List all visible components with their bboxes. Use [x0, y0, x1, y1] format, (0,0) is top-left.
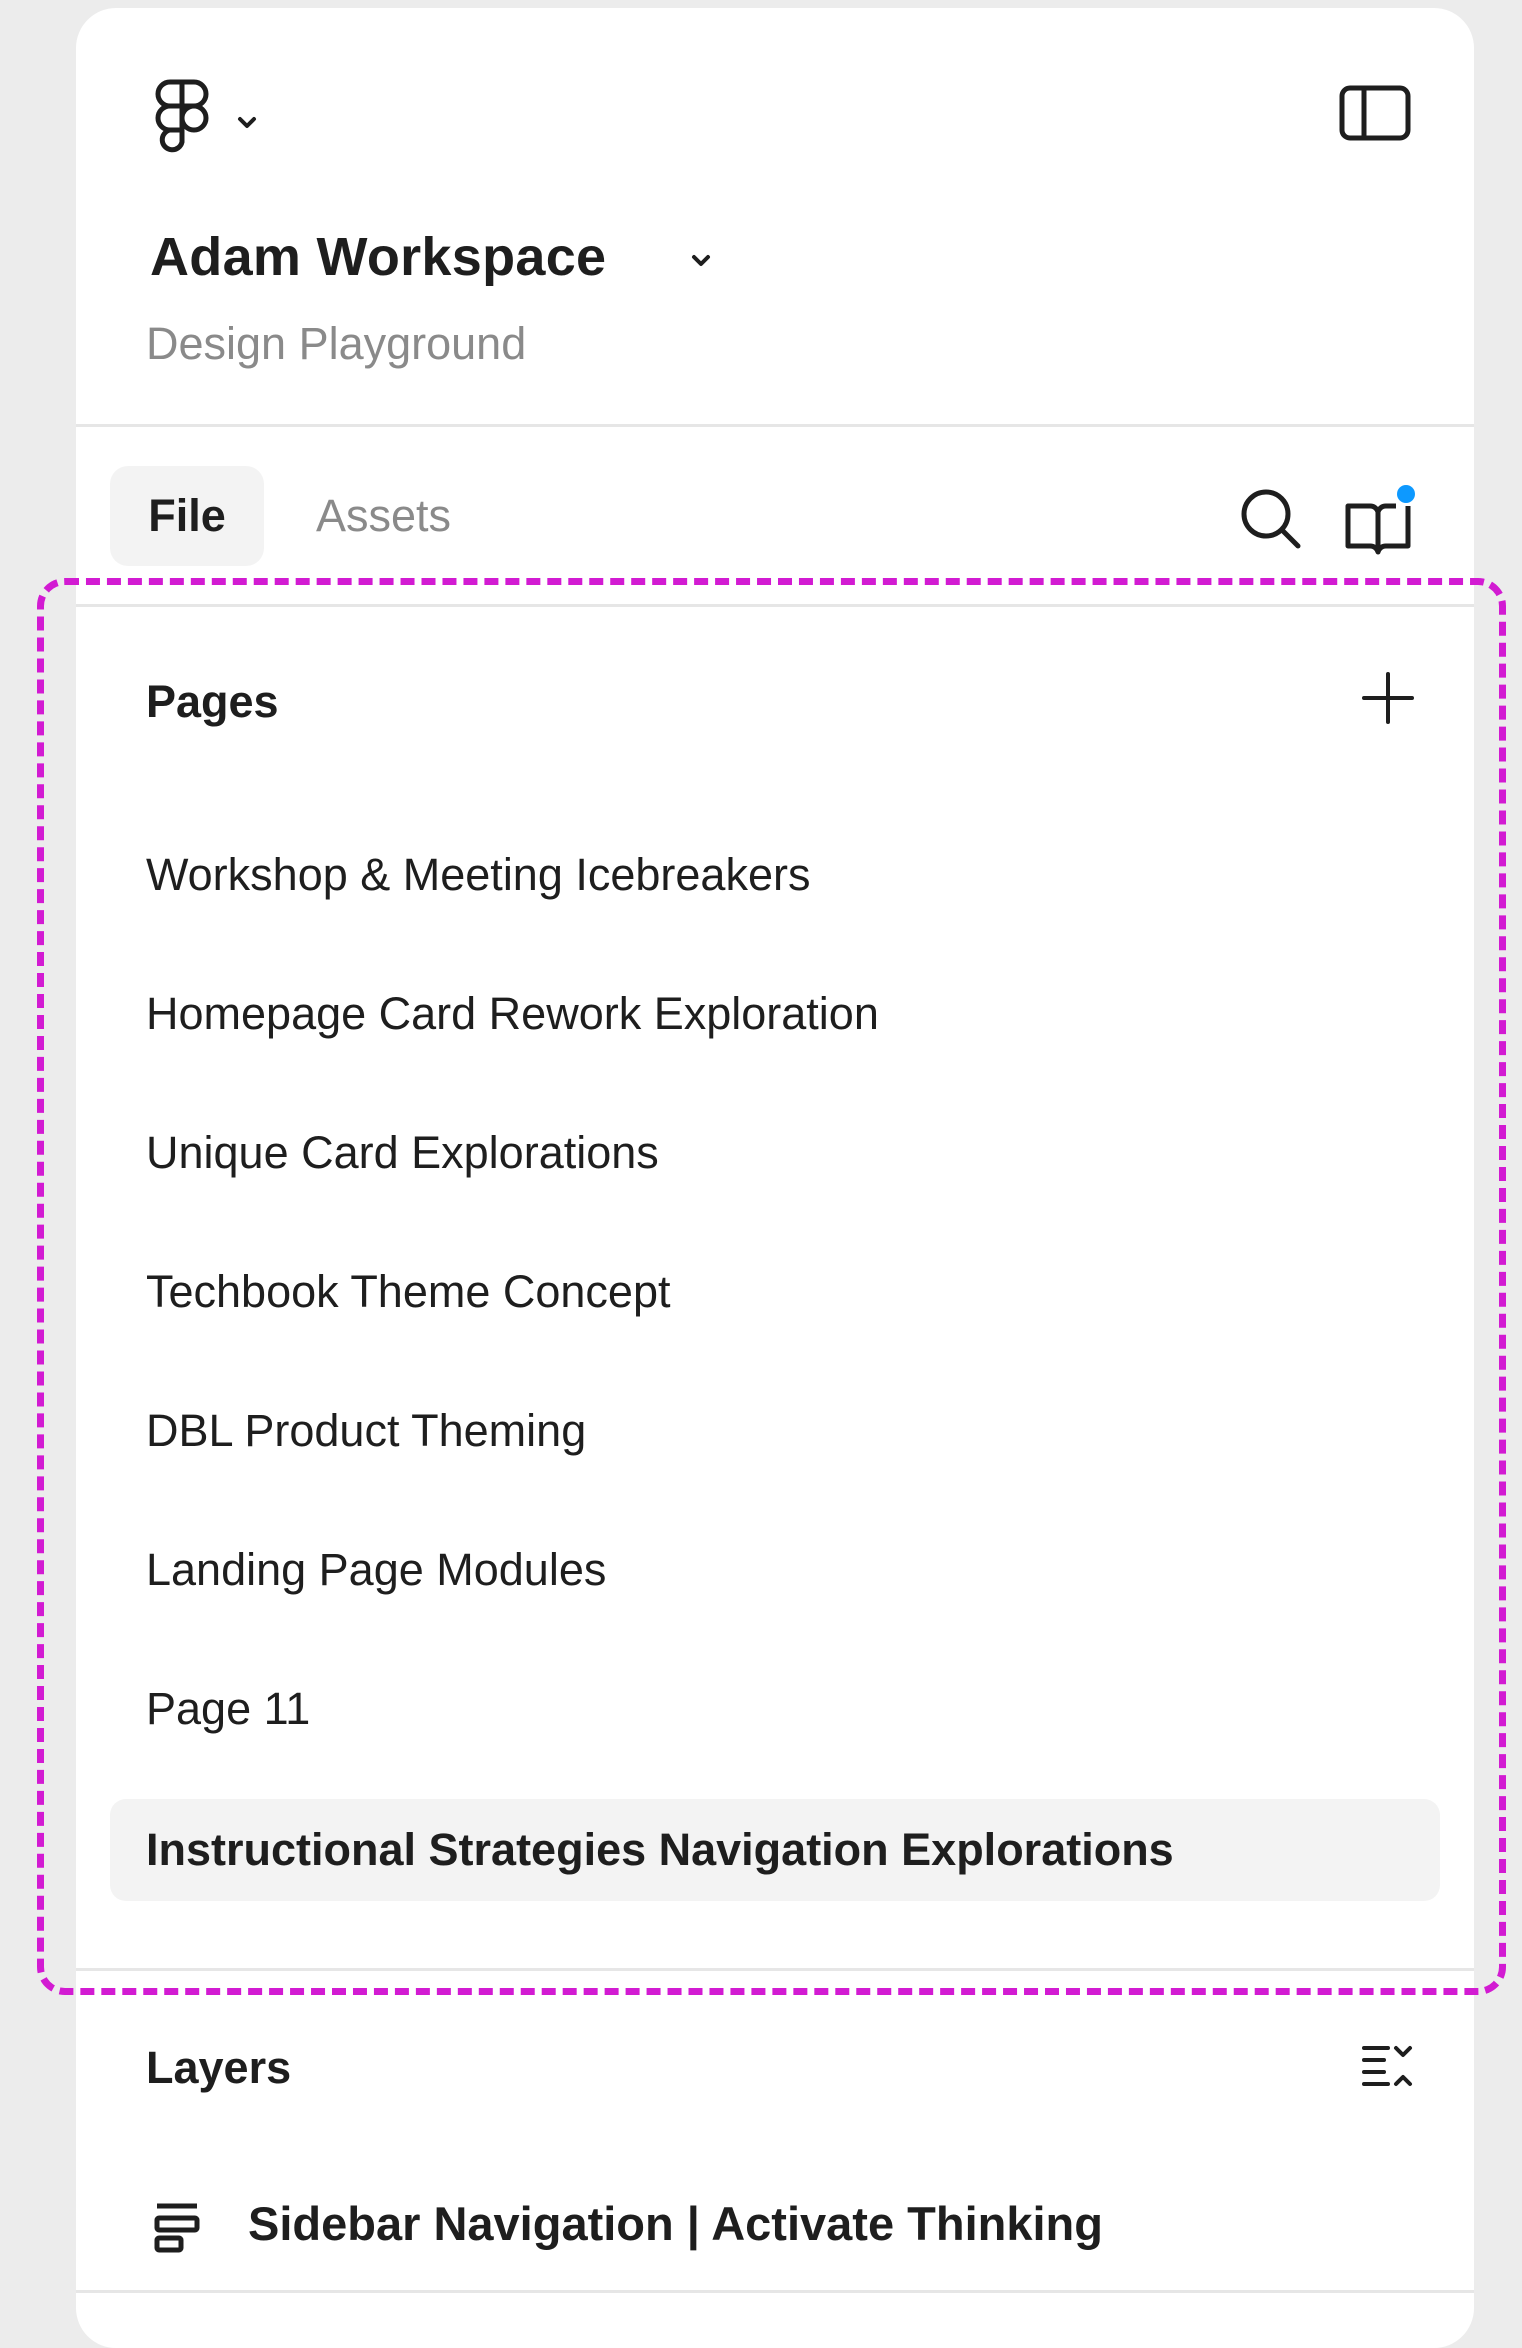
page-item-workshop-icebreakers[interactable]: Workshop & Meeting Icebreakers	[110, 824, 1440, 926]
search-icon[interactable]	[1236, 484, 1306, 554]
sidebar-toggle-icon[interactable]	[1338, 82, 1412, 144]
page-item-page-11[interactable]: Page 11	[110, 1658, 1440, 1760]
page-item-instructional-strategies[interactable]: Instructional Strategies Navigation Expl…	[110, 1799, 1440, 1901]
page-item-dbl-product-theming[interactable]: DBL Product Theming	[110, 1380, 1440, 1482]
frame-layout-icon	[154, 2200, 200, 2254]
layers-heading: Layers	[146, 2042, 292, 2093]
pages-divider	[76, 1968, 1474, 1971]
project-name[interactable]: Design Playground	[146, 318, 526, 370]
pages-heading: Pages	[146, 676, 279, 727]
figma-logo-icon[interactable]	[154, 76, 210, 160]
collapse-layers-icon[interactable]	[1360, 2042, 1422, 2094]
library-book-icon[interactable]	[1340, 484, 1420, 556]
page-item-homepage-card-rework[interactable]: Homepage Card Rework Exploration	[110, 963, 1440, 1065]
page-item-unique-card-explorations[interactable]: Unique Card Explorations	[110, 1102, 1440, 1204]
tab-assets[interactable]: Assets	[316, 466, 451, 566]
page-item-landing-page-modules[interactable]: Landing Page Modules	[110, 1519, 1440, 1621]
header-divider	[76, 424, 1474, 427]
left-sidebar-panel: Adam Workspace Design Playground File As…	[76, 8, 1474, 2348]
layers-divider	[76, 2290, 1474, 2293]
page-item-techbook-theme-concept[interactable]: Techbook Theme Concept	[110, 1241, 1440, 1343]
tabs-divider	[76, 604, 1474, 607]
workspace-name[interactable]: Adam Workspace	[150, 226, 606, 288]
chevron-down-icon[interactable]	[234, 114, 260, 132]
workspace-chevron-down-icon[interactable]	[688, 252, 714, 270]
notification-dot	[1397, 485, 1415, 503]
tab-file[interactable]: File	[110, 466, 264, 566]
plus-icon[interactable]	[1360, 670, 1416, 726]
layer-item-label[interactable]: Sidebar Navigation | Activate Thinking	[248, 2196, 1103, 2251]
